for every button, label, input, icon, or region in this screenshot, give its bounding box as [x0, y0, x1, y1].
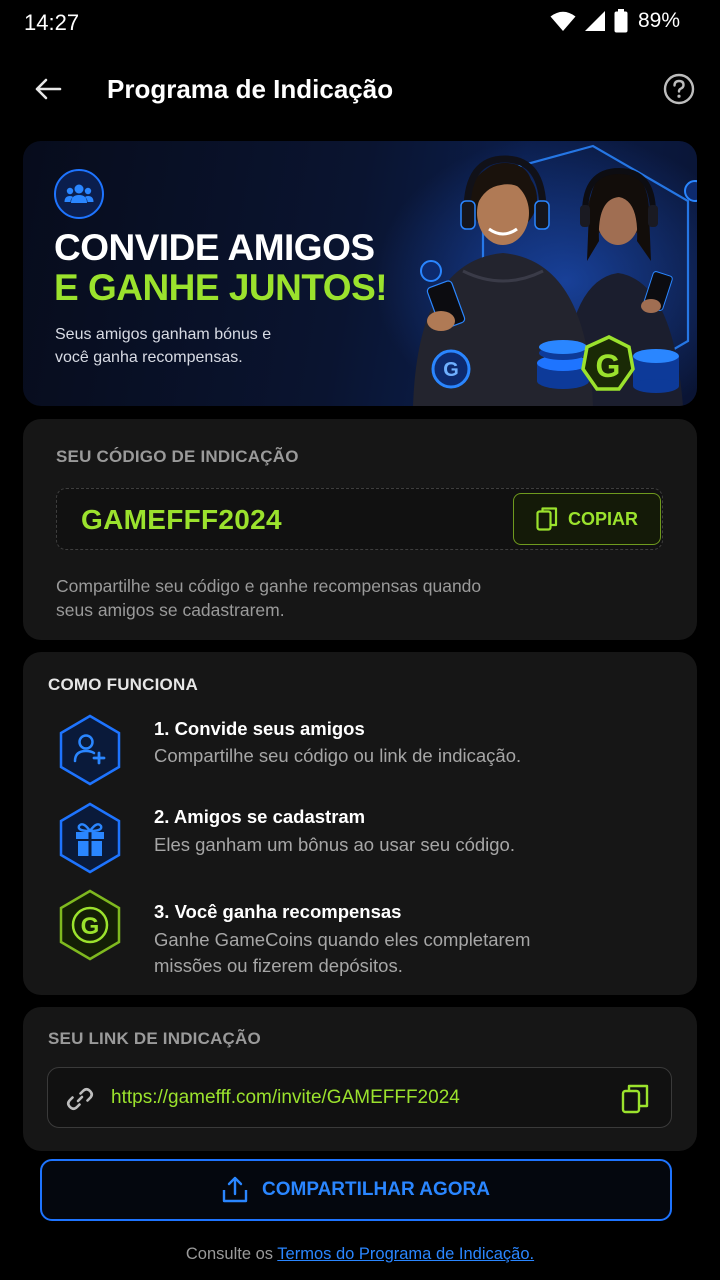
- referral-link-card: SEU LINK DE INDICAÇÃO https://gamefff.co…: [23, 1007, 697, 1151]
- footer-prefix: Consulte os: [185, 1245, 278, 1263]
- battery-level: 89%: [637, 9, 680, 32]
- share-icon: [222, 1176, 248, 1203]
- referral-code-label: SEU CÓDIGO DE INDICAÇÃO: [56, 447, 299, 466]
- svg-text:G: G: [81, 913, 100, 940]
- share-now-button[interactable]: COMPARTILHAR AGORA: [40, 1159, 672, 1221]
- referral-link-label: SEU LINK DE INDICAÇÃO: [48, 1029, 261, 1048]
- referral-code-value[interactable]: GAMEFFF2024: [81, 504, 282, 536]
- share-button-label: COMPARTILHAR AGORA: [262, 1179, 490, 1200]
- add-user-icon: [59, 714, 121, 786]
- referral-code-box: GAMEFFF2024 COPIAR: [56, 488, 663, 550]
- svg-text:G: G: [443, 359, 459, 381]
- coin-stack-left: [537, 340, 589, 389]
- link-icon: [66, 1087, 94, 1111]
- terms-footer: Consulte os Termos do Programa de Indica…: [0, 1245, 720, 1264]
- battery-icon: [614, 9, 628, 33]
- step-description: Ganhe GameCoins quando eles completarem …: [154, 929, 531, 976]
- step-title: 1. Convide seus amigos: [154, 718, 365, 739]
- gift-icon: [59, 802, 121, 874]
- friends-badge: [54, 169, 104, 219]
- gamecoin-emblem: G: [581, 335, 635, 391]
- gamecoin-icon: G: [59, 889, 121, 961]
- users-icon: [64, 184, 94, 203]
- referral-link-box[interactable]: https://gamefff.com/invite/GAMEFFF2024: [47, 1067, 672, 1128]
- copy-code-button[interactable]: COPIAR: [513, 493, 661, 545]
- copy-button-label: COPIAR: [567, 508, 638, 529]
- referral-code-help: Compartilhe seu código e ganhe recompens…: [56, 576, 482, 620]
- hero-banner: CONVIDE AMIGOS E GANHE JUNTOS! Seus amig…: [23, 141, 697, 406]
- how-it-works-card: COMO FUNCIONA 1. Convide seus amigos Com…: [23, 652, 697, 995]
- status-icons: 89%: [550, 9, 680, 33]
- terms-link[interactable]: Termos do Programa de Indicação.: [277, 1245, 534, 1263]
- arrow-left-icon: [35, 78, 62, 100]
- hero-subtitle: Seus amigos ganham bónus e você ganha re…: [55, 326, 272, 366]
- svg-text:G: G: [596, 348, 621, 384]
- step-description: Eles ganham um bônus ao usar seu código.: [154, 834, 515, 855]
- referral-link-url[interactable]: https://gamefff.com/invite/GAMEFFF2024: [111, 1087, 460, 1109]
- help-circle-icon: [663, 73, 695, 105]
- step-description: Compartilhe seu código ou link de indica…: [154, 745, 522, 766]
- hero-illustration: G G: [413, 144, 697, 406]
- referral-code-card: SEU CÓDIGO DE INDICAÇÃO GAMEFFF2024 COPI…: [23, 419, 697, 640]
- step-title: 3. Você ganha recompensas: [154, 901, 402, 922]
- cellular-signal-icon: [584, 11, 605, 31]
- status-time: 14:27: [24, 10, 80, 35]
- hero-title-line1: CONVIDE AMIGOS: [54, 227, 375, 268]
- hero-title-line2: E GANHE JUNTOS!: [54, 267, 388, 308]
- wifi-icon: [550, 11, 576, 31]
- back-button[interactable]: [28, 72, 68, 106]
- copy-icon: [536, 507, 558, 531]
- how-it-works-title: COMO FUNCIONA: [48, 675, 198, 694]
- status-bar: 14:27 89%: [0, 0, 720, 44]
- step-title: 2. Amigos se cadastram: [154, 806, 366, 827]
- coin-stack-right: [633, 349, 679, 393]
- help-button[interactable]: [662, 72, 696, 106]
- copy-link-icon[interactable]: [621, 1083, 651, 1115]
- page-title: Programa de Indicação: [107, 74, 394, 104]
- app-bar: Programa de Indicação: [0, 58, 720, 120]
